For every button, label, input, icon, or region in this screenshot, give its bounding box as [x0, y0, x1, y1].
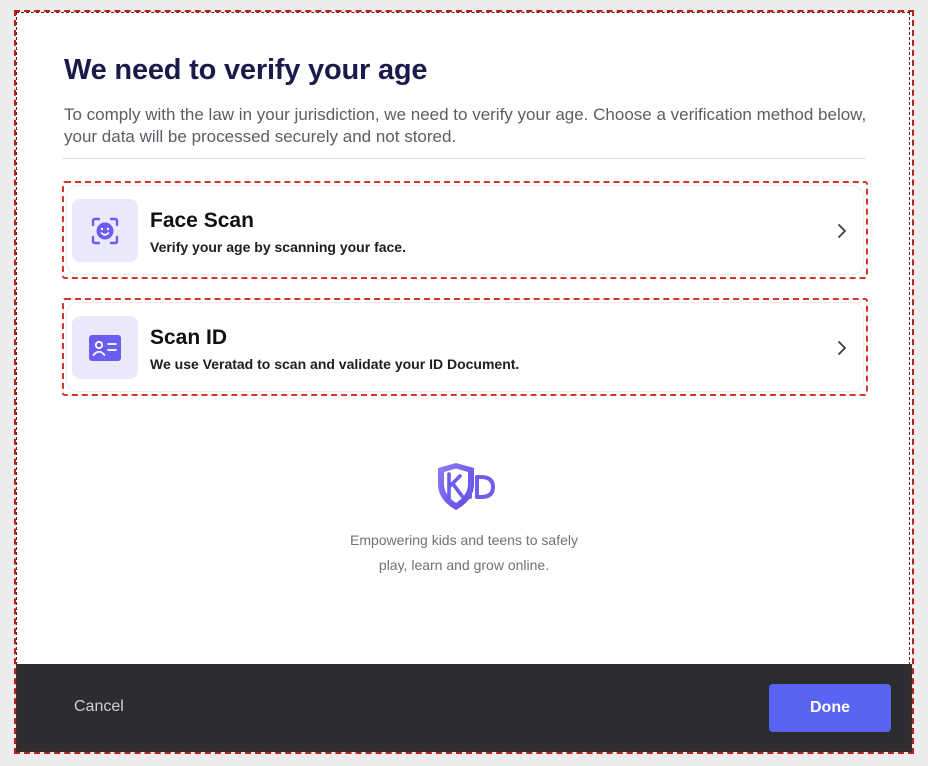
option-description: We use Veratad to scan and validate your… — [150, 356, 520, 372]
dialog-subtitle: To comply with the law in your jurisdict… — [64, 105, 867, 146]
dialog-footer: Cancel Done — [16, 664, 912, 752]
age-verification-dialog: We need to verify your age To comply wit… — [16, 12, 912, 752]
kid-logo — [438, 463, 495, 510]
face-scan-option[interactable]: Face Scan Verify your age by scanning yo… — [62, 181, 868, 279]
cancel-button[interactable]: Cancel — [74, 698, 124, 716]
scan-id-option[interactable]: Scan ID We use Veratad to scan and valid… — [62, 298, 868, 396]
option-title: Scan ID — [150, 326, 228, 349]
chevron-right-icon — [838, 341, 846, 355]
option-description: Verify your age by scanning your face. — [150, 239, 406, 255]
dialog-title: We need to verify your age — [64, 54, 428, 86]
chevron-right-icon — [838, 224, 846, 238]
id-card-icon — [72, 316, 138, 379]
done-button[interactable]: Done — [769, 684, 891, 732]
tagline: Empowering kids and teens to safely play… — [264, 528, 664, 578]
option-title: Face Scan — [150, 209, 254, 232]
tagline-line: play, learn and grow online. — [378, 557, 550, 573]
divider — [62, 158, 866, 159]
tagline-line: Empowering kids and teens to safely — [349, 532, 578, 548]
face-scan-icon — [72, 199, 138, 262]
